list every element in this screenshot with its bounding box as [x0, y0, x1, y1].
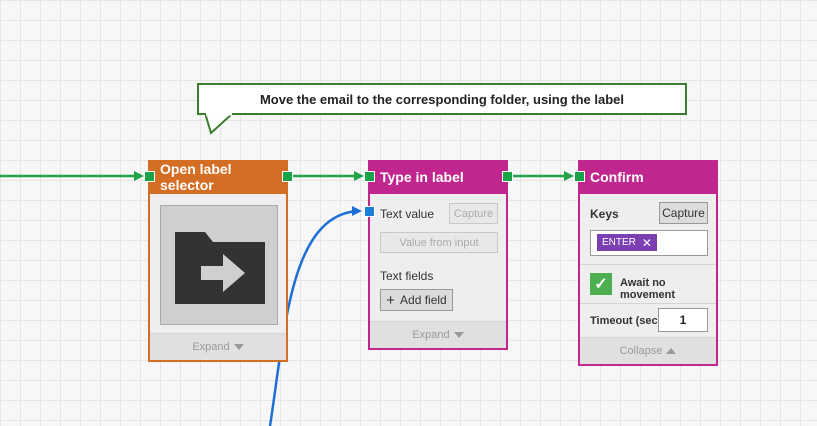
node1-input-port[interactable] — [144, 171, 155, 182]
collapse-toggle[interactable]: Collapse — [580, 337, 716, 364]
key-chip[interactable]: ENTER ✕ — [597, 234, 657, 251]
text-value-label: Text value — [380, 207, 435, 221]
plus-icon: + — [386, 291, 396, 309]
checkmark-icon: ✓ — [594, 276, 608, 293]
annotation-text: Move the email to the corresponding fold… — [259, 91, 625, 107]
node2-input-port[interactable] — [364, 171, 375, 182]
flow-arrow-2-3 — [564, 171, 574, 181]
node-header[interactable]: Confirm — [580, 160, 716, 194]
add-field-label: Add field — [400, 293, 447, 307]
screenshot-thumbnail[interactable] — [160, 205, 278, 325]
expand-label: Expand — [412, 329, 450, 341]
chevron-up-icon — [666, 348, 677, 354]
value-from-input-button[interactable]: Value from input — [380, 232, 498, 253]
node2-output-port[interactable] — [502, 171, 513, 182]
timeout-input[interactable]: 1 — [658, 308, 708, 332]
node-open-label-selector[interactable]: Open label selector Expand — [148, 160, 288, 362]
folder-move-icon — [175, 232, 265, 304]
chevron-down-icon — [453, 332, 464, 338]
await-label: Await no movement — [620, 277, 676, 301]
keys-label: Keys — [590, 207, 619, 221]
data-link-arrow — [352, 206, 362, 216]
key-chip-label: ENTER — [602, 237, 636, 248]
collapse-label: Collapse — [619, 345, 663, 357]
capture-button[interactable]: Capture — [659, 202, 708, 224]
node-confirm[interactable]: Confirm Keys Capture ENTER ✕ ✓ Await no … — [578, 160, 718, 366]
capture-button[interactable]: Capture — [449, 203, 498, 224]
node-type-in-label[interactable]: Type in label Text value Capture Value f… — [368, 160, 508, 350]
node-header[interactable]: Open label selector — [150, 160, 286, 194]
node-header[interactable]: Type in label — [370, 160, 506, 194]
callout-tail — [205, 113, 235, 135]
node2-text-value-port[interactable] — [364, 206, 375, 217]
await-checkbox[interactable]: ✓ — [590, 273, 612, 295]
timeout-value: 1 — [679, 313, 687, 327]
annotation-callout[interactable]: Move the email to the corresponding fold… — [197, 83, 687, 115]
divider — [580, 303, 716, 304]
divider — [580, 264, 716, 265]
node-title: Open label selector — [160, 161, 232, 193]
node-title: Confirm — [590, 169, 644, 185]
expand-toggle[interactable]: Expand — [150, 333, 286, 360]
flow-arrow-1-2 — [354, 171, 364, 181]
node3-input-port[interactable] — [574, 171, 585, 182]
add-field-button[interactable]: + Add field — [380, 289, 453, 311]
text-fields-label: Text fields — [380, 269, 434, 283]
close-icon[interactable]: ✕ — [642, 236, 652, 250]
expand-label: Expand — [192, 341, 230, 353]
flow-arrow-in — [134, 171, 144, 181]
node1-output-port[interactable] — [282, 171, 293, 182]
expand-toggle[interactable]: Expand — [370, 321, 506, 348]
node-title: Type in label — [380, 169, 464, 185]
chevron-down-icon — [233, 344, 244, 350]
timeout-label: Timeout (sec) — [590, 315, 662, 327]
